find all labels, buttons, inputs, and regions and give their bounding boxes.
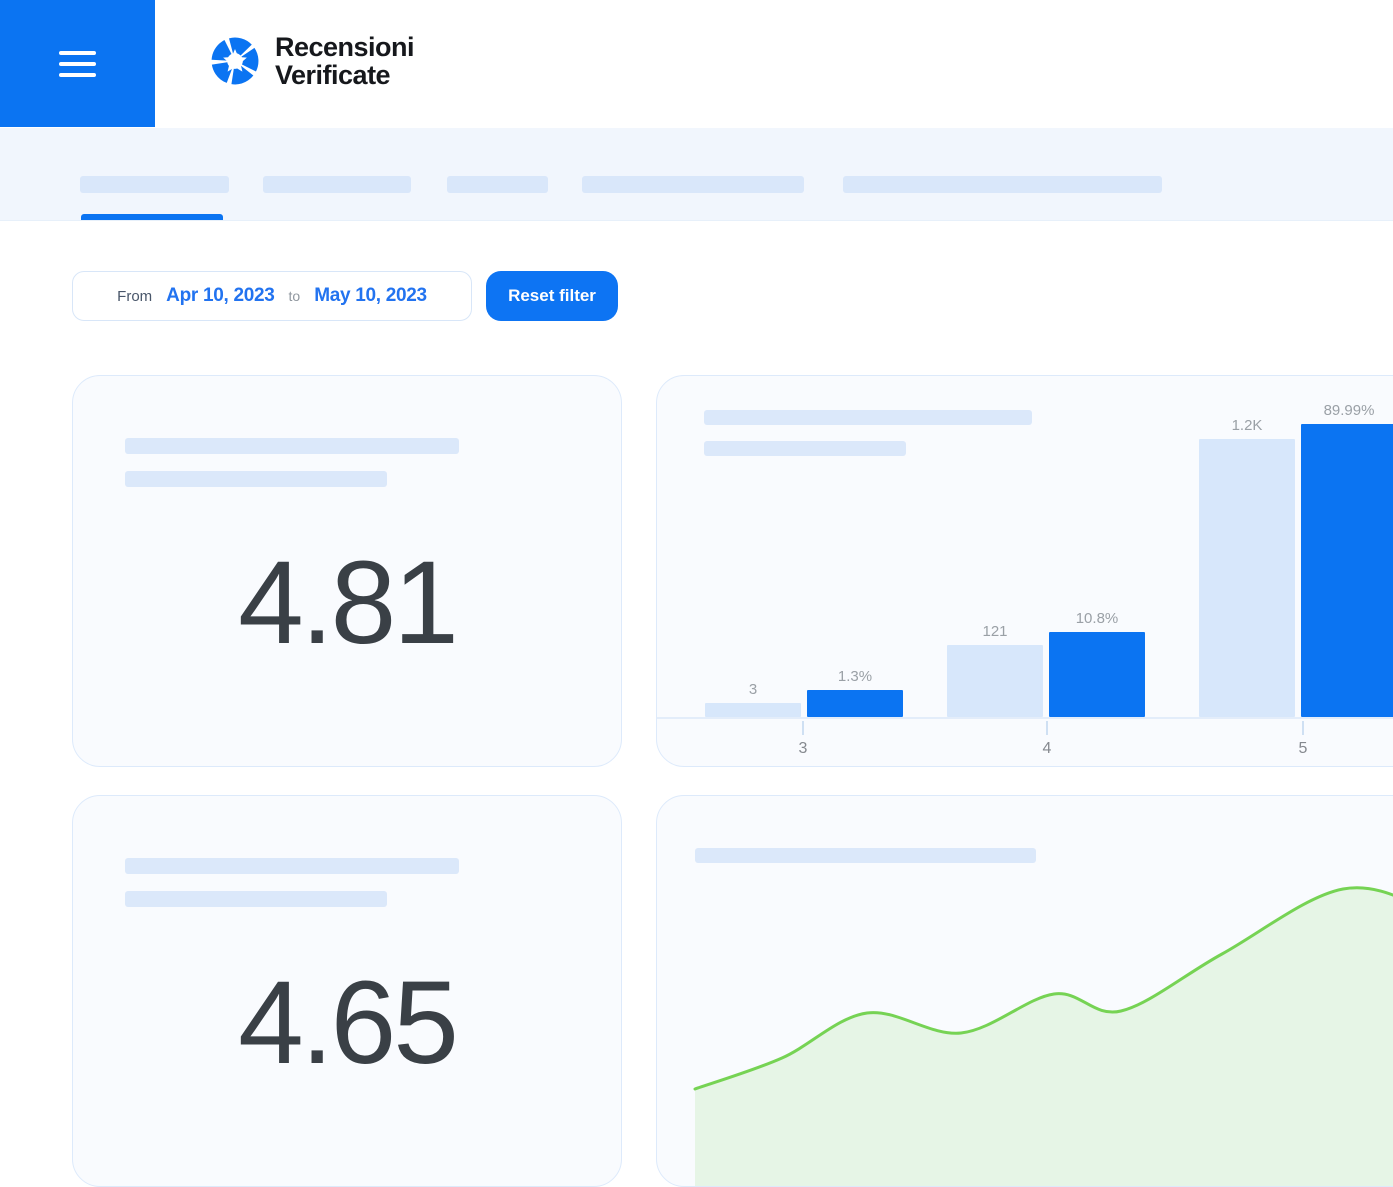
x-axis-tick (1046, 721, 1048, 735)
ratings-bar-chart-card: 3 1.3% 121 10.8% (656, 375, 1393, 767)
bar-column: 89.99% (1301, 402, 1393, 717)
average-score-card: 4.81 (72, 375, 622, 767)
bar-group-rating-4: 121 10.8% (947, 610, 1145, 717)
bar-column: 1.3% (807, 668, 903, 717)
bar-column: 3 (705, 681, 801, 717)
x-axis-label-4: 4 (1027, 740, 1067, 758)
percentage-bar[interactable] (1301, 424, 1393, 717)
tab-skeleton-2[interactable] (263, 176, 411, 193)
x-axis-tick (1302, 721, 1304, 735)
brand-star-icon (210, 35, 260, 87)
app-header: Recensioni Verificate (0, 0, 1393, 127)
to-date-value[interactable]: May 10, 2023 (314, 285, 427, 307)
bar-value-label: 3 (749, 681, 757, 698)
count-bar[interactable] (947, 645, 1043, 717)
secondary-score-card: 4.65 (72, 795, 622, 1187)
percentage-bar[interactable] (807, 690, 903, 717)
bar-value-label: 1.2K (1232, 417, 1263, 434)
card-title-skeleton (125, 438, 459, 454)
menu-button[interactable] (0, 0, 155, 127)
card-subtitle-skeleton (125, 891, 387, 907)
bar-value-label: 121 (982, 623, 1007, 640)
active-tab-indicator (81, 214, 223, 220)
bar-value-label: 1.3% (838, 668, 872, 685)
x-axis-label-3: 3 (783, 740, 823, 758)
count-bar[interactable] (1199, 439, 1295, 717)
bar-group-rating-5: 1.2K 89.99% (1199, 402, 1393, 717)
reset-filter-button[interactable]: Reset filter (486, 271, 618, 321)
from-date-value[interactable]: Apr 10, 2023 (166, 285, 274, 307)
dashboard-page: Recensioni Verificate From Apr 10, 2023 … (0, 0, 1393, 1144)
to-label: to (289, 288, 301, 304)
bar-column: 121 (947, 623, 1043, 717)
area-fill-shape (695, 888, 1393, 1187)
hamburger-icon (59, 51, 96, 77)
brand-line-1: Recensioni (275, 33, 414, 61)
bar-value-label: 10.8% (1076, 610, 1119, 627)
brand-line-2: Verificate (275, 61, 414, 89)
brand-name: Recensioni Verificate (275, 33, 414, 89)
trend-area-chart (657, 796, 1393, 1187)
bar-chart-plot: 3 1.3% 121 10.8% (657, 376, 1393, 719)
bar-value-label: 89.99% (1324, 402, 1375, 419)
date-range-filter[interactable]: From Apr 10, 2023 to May 10, 2023 (72, 271, 472, 321)
card-title-skeleton (125, 858, 459, 874)
x-axis-tick (802, 721, 804, 735)
brand-logo: Recensioni Verificate (210, 33, 414, 89)
bar-column: 1.2K (1199, 417, 1295, 717)
trend-area-chart-card (656, 795, 1393, 1187)
bar-group-rating-3: 3 1.3% (705, 668, 903, 717)
tab-skeleton-3[interactable] (447, 176, 548, 193)
secondary-score-value: 4.65 (73, 964, 621, 1082)
tab-skeleton-5[interactable] (843, 176, 1162, 193)
percentage-bar[interactable] (1049, 632, 1145, 717)
from-label: From (117, 288, 152, 305)
tab-bar (0, 128, 1393, 221)
card-subtitle-skeleton (125, 471, 387, 487)
tab-skeleton-1[interactable] (80, 176, 229, 193)
count-bar[interactable] (705, 703, 801, 717)
tab-skeleton-4[interactable] (582, 176, 804, 193)
bar-column: 10.8% (1049, 610, 1145, 717)
average-score-value: 4.81 (73, 544, 621, 662)
x-axis-label-5: 5 (1283, 740, 1323, 758)
